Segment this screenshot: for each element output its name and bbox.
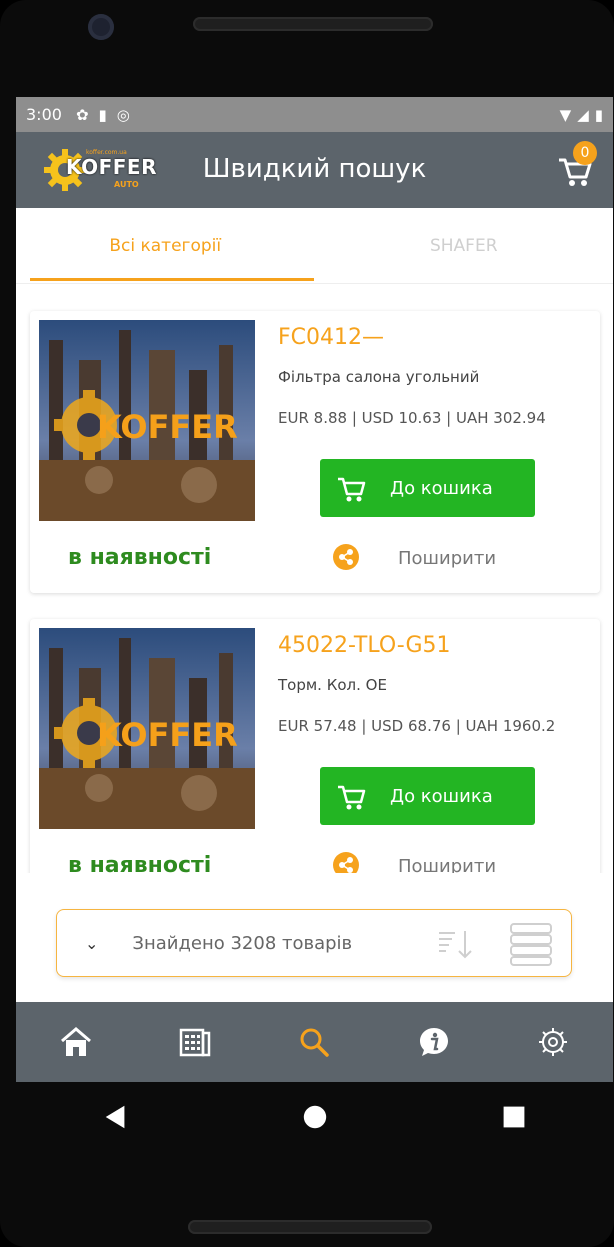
settings-status-icon: ✿: [75, 105, 89, 124]
product-price: EUR 8.88 | USD 10.63 | UAH 302.94: [278, 409, 546, 427]
page-title: Швидкий пошук: [202, 154, 427, 184]
sync-icon: ◎: [116, 105, 130, 124]
product-name: Торм. Кол. OE: [278, 676, 387, 694]
status-right: ▼ ◢ ▮: [560, 106, 603, 124]
product-name: Фільтра салона угольний: [278, 368, 480, 386]
screen: 3:00 ✿ ▮ ◎ ▼ ◢ ▮ koffer.com.ua KOFFER AU…: [16, 97, 613, 1082]
product-card[interactable]: KOFFER FC0412— Фільтра салона угольний E…: [30, 311, 600, 593]
app-bar: koffer.com.ua KOFFER AUTO Швидкий пошук …: [16, 132, 613, 208]
share-button[interactable]: Поширити: [398, 856, 496, 873]
speaker-bottom: [188, 1220, 432, 1234]
add-to-cart-button[interactable]: До кошика: [320, 767, 535, 825]
share-button[interactable]: Поширити: [398, 548, 496, 569]
device-frame: 3:00 ✿ ▮ ◎ ▼ ◢ ▮ koffer.com.ua KOFFER AU…: [0, 0, 614, 1247]
results-count: Знайдено 3208 товарів: [132, 932, 353, 954]
nav-home[interactable]: [46, 1012, 106, 1072]
cart-button[interactable]: 0: [555, 141, 597, 190]
wifi-icon: ▼: [559, 105, 572, 124]
info-icon: [419, 1028, 448, 1056]
cart-count-badge: 0: [573, 141, 597, 165]
signal-icon: ◢: [577, 105, 589, 124]
share-glyph-icon: [339, 549, 353, 565]
sd-card-icon: ▮: [98, 105, 107, 124]
product-code[interactable]: 45022-TLO-G51: [278, 633, 451, 658]
home-system-icon[interactable]: [301, 1103, 329, 1131]
results-bar[interactable]: ⌄ Знайдено 3208 товарів: [56, 909, 572, 977]
stock-status: в наявності: [68, 853, 212, 873]
sort-icon[interactable]: [437, 928, 475, 960]
product-price: EUR 57.48 | USD 68.76 | UAH 1960.2: [278, 717, 556, 735]
nav-search[interactable]: [284, 1012, 344, 1072]
camera: [88, 14, 114, 40]
product-list[interactable]: KOFFER FC0412— Фільтра салона угольний E…: [16, 283, 613, 873]
catalog-icon: [179, 1028, 211, 1057]
home-icon: [60, 1027, 91, 1056]
chevron-down-icon[interactable]: ⌄: [85, 934, 98, 953]
cart-icon: [338, 785, 366, 810]
system-nav-bar: [16, 1082, 613, 1152]
stock-status: в наявності: [68, 545, 212, 570]
product-code[interactable]: FC0412—: [278, 325, 384, 350]
nav-info[interactable]: [404, 1012, 464, 1072]
add-to-cart-label: До кошика: [390, 785, 493, 807]
share-icon[interactable]: [333, 852, 359, 873]
battery-icon: ▮: [594, 105, 603, 124]
image-watermark: KOFFER: [97, 716, 238, 754]
product-card[interactable]: KOFFER 45022-TLO-G51 Торм. Кол. OE EUR 5…: [30, 619, 600, 873]
share-icon[interactable]: [333, 544, 359, 570]
speaker-top: [193, 17, 433, 31]
product-image[interactable]: KOFFER: [39, 628, 255, 829]
add-to-cart-button[interactable]: До кошика: [320, 459, 535, 517]
search-icon: [300, 1028, 330, 1057]
category-tabs: Всі категорії SHAFER: [16, 208, 613, 284]
back-icon[interactable]: [102, 1103, 130, 1131]
share-glyph-icon: [339, 857, 353, 873]
status-bar: 3:00 ✿ ▮ ◎ ▼ ◢ ▮: [16, 97, 613, 132]
tab-indicator: [30, 278, 314, 281]
settings-icon: [539, 1028, 568, 1056]
nav-catalog[interactable]: [165, 1012, 225, 1072]
image-watermark: KOFFER: [97, 408, 238, 446]
cart-icon: [338, 477, 366, 502]
add-to-cart-label: До кошика: [390, 477, 493, 499]
tab-all-categories[interactable]: Всі категорії: [16, 208, 315, 283]
status-time: 3:00: [26, 105, 62, 124]
recents-icon[interactable]: [501, 1104, 527, 1130]
tab-shafer[interactable]: SHAFER: [315, 208, 614, 283]
product-image[interactable]: KOFFER: [39, 320, 255, 521]
list-view-icon[interactable]: [509, 922, 553, 966]
bottom-nav: [16, 1002, 613, 1082]
nav-settings[interactable]: [523, 1012, 583, 1072]
